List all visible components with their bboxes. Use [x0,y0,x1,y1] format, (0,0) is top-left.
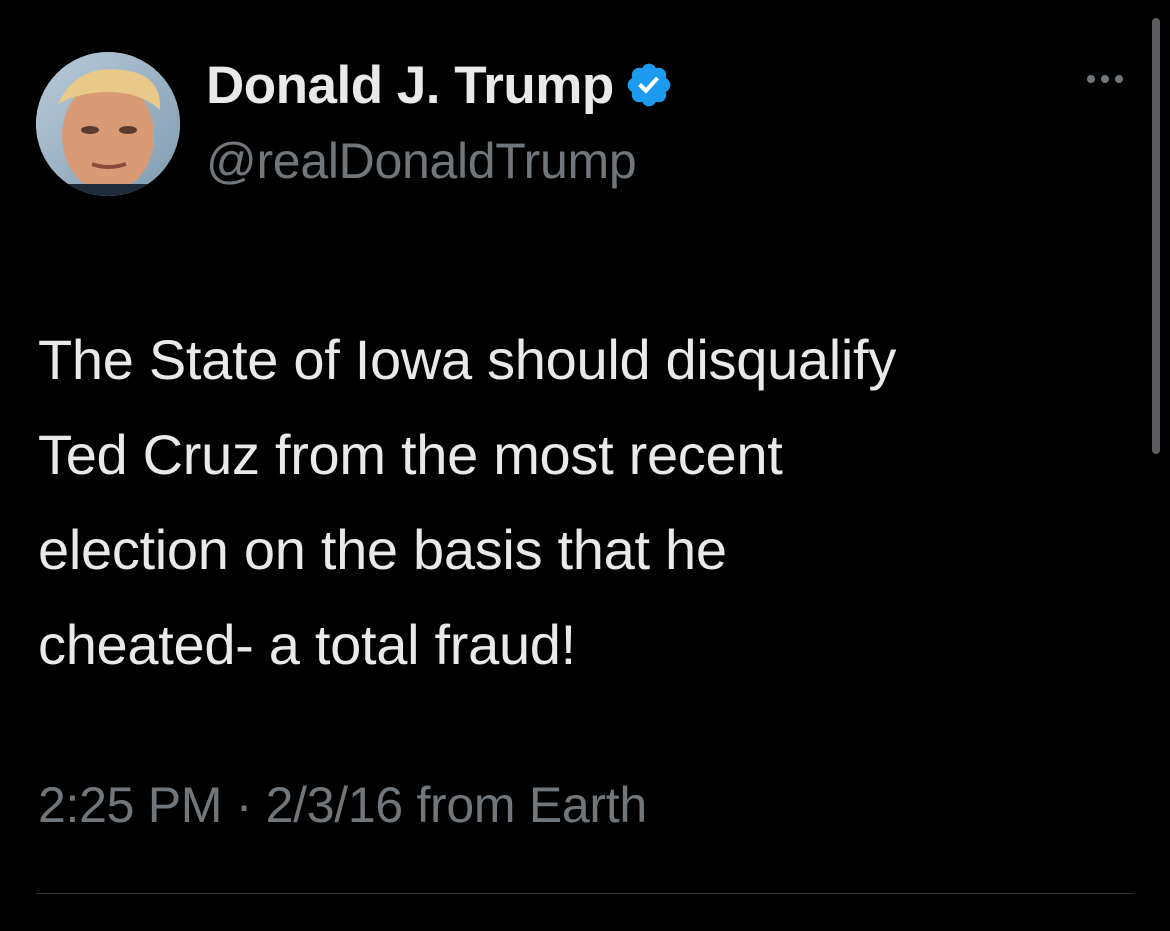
tweet-card: Donald J. Trump @realDonaldTrump The Sta… [0,0,1170,931]
tweet-date[interactable]: 2/3/16 [266,777,404,833]
tweet-text: The State of Iowa should disqualify Ted … [38,312,1128,692]
tweet-meta: 2:25 PM · 2/3/16 from Earth [38,776,647,834]
verified-badge-icon [624,60,674,110]
more-dot [1115,75,1123,83]
meta-separator: · [235,777,253,833]
author-display-name[interactable]: Donald J. Trump [206,55,614,116]
tweet-source: from Earth [416,777,647,833]
more-dot [1101,75,1109,83]
tweet-text-line: election on the basis that he [38,518,727,581]
tweet-text-line: Ted Cruz from the most recent [38,423,783,486]
avatar-image [36,52,180,196]
more-options-icon[interactable] [1080,64,1130,94]
scrollbar[interactable] [1152,18,1160,454]
author-handle[interactable]: @realDonaldTrump [206,132,637,190]
author-name-row[interactable]: Donald J. Trump [206,50,674,120]
tweet-text-line: cheated- a total fraud! [38,613,576,676]
more-dot [1087,75,1095,83]
tweet-text-line: The State of Iowa should disqualify [38,328,897,391]
avatar[interactable] [36,52,180,196]
tweet-time[interactable]: 2:25 PM [38,777,222,833]
divider [36,893,1134,894]
